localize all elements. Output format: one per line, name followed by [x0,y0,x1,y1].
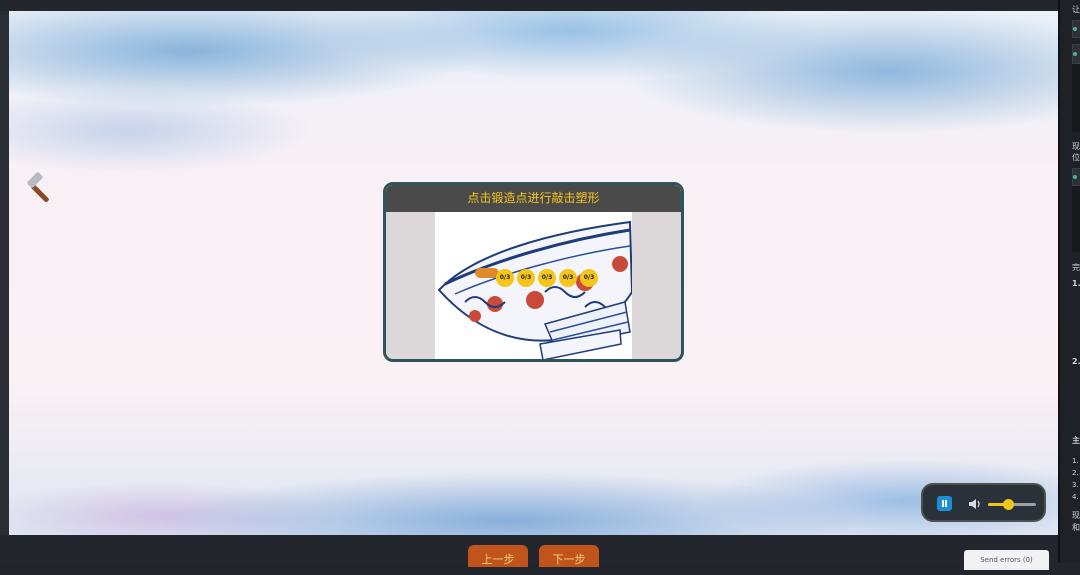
option-dot [1073,175,1077,179]
forge-point-1[interactable]: 0/3 [496,269,514,287]
prev-step-button[interactable]: 上一步 [468,545,528,567]
next-step-button[interactable]: 下一步 [539,545,599,567]
volume-thumb[interactable] [1002,499,1014,510]
panel-content-block [1072,186,1080,252]
option-dot [1073,27,1077,31]
porcelain-bowl-illustration [437,220,632,359]
pause-icon[interactable] [937,496,952,511]
instruction-panel: 让 现 位 完 1. 2. 主 1. 2. 3. 4. 现 和 [1058,0,1080,563]
panel-line: 4. [1072,493,1079,501]
forging-dialog: 点击锻造点进行敲击塑形 0/3 0/3 0/3 0/3 0/3 [383,182,684,362]
send-errors-button[interactable]: Send errors (0) [964,550,1049,570]
volume-slider[interactable] [988,499,1036,510]
left-edge [0,11,9,535]
audio-controls [921,483,1046,522]
panel-line: 主 [1072,436,1080,445]
panel-line: 1. [1072,457,1079,465]
top-bar [0,0,1060,11]
panel-line: 让 [1072,5,1080,14]
bowl-image [435,212,632,359]
panel-line: 2. [1072,357,1080,366]
panel-content-block [1072,64,1080,132]
forge-point-2[interactable]: 0/3 [517,269,535,287]
option-dot [1073,52,1077,56]
bottom-bar [0,535,1060,563]
forge-point-4[interactable]: 0/3 [559,269,577,287]
panel-line: 和 [1072,523,1080,532]
panel-line: 3. [1072,481,1079,489]
forge-point-5[interactable]: 0/3 [580,269,598,287]
hammer-icon[interactable] [23,171,57,205]
panel-line: 现 [1072,511,1080,520]
panel-line: 1. [1072,279,1080,288]
forge-point-3[interactable]: 0/3 [538,269,556,287]
panel-line: 位 [1072,153,1080,162]
panel-line: 2. [1072,469,1079,477]
panel-line: 完 [1072,263,1080,272]
speaker-icon[interactable] [968,497,982,511]
dialog-title: 点击锻造点进行敲击塑形 [386,185,681,212]
panel-line: 现 [1072,142,1080,151]
